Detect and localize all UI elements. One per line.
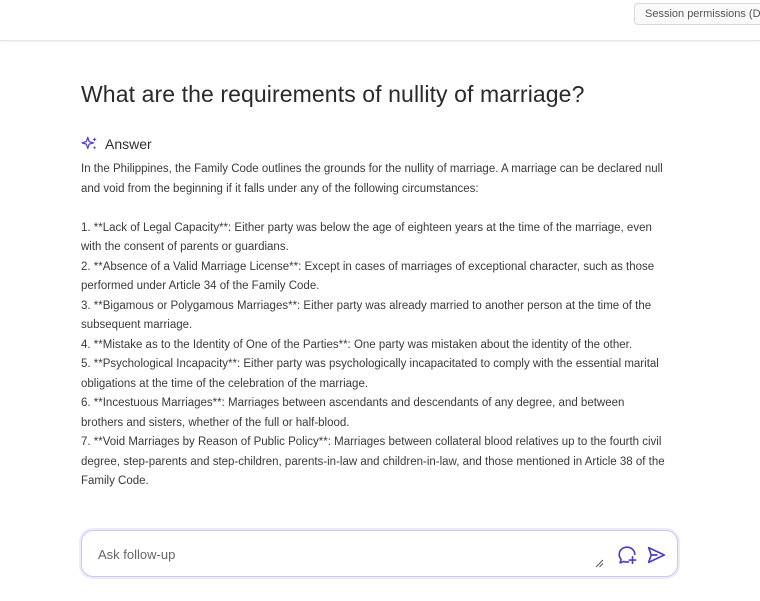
followup-box	[81, 530, 678, 577]
list-item: 1. **Lack of Legal Capacity**: Either pa…	[81, 221, 652, 254]
answer-header: Answer	[81, 135, 152, 153]
top-bar: Session permissions (D	[0, 0, 760, 41]
list-item: 6. **Incestuous Marriages**: Marriages b…	[81, 397, 625, 429]
followup-input[interactable]	[98, 543, 578, 565]
resize-handle-icon[interactable]	[594, 558, 604, 568]
answer-intro: In the Philippines, the Family Code outl…	[81, 163, 663, 195]
session-permissions-button[interactable]: Session permissions (D	[634, 3, 760, 25]
answer-label: Answer	[105, 136, 152, 152]
question-title: What are the requirements of nullity of …	[81, 81, 585, 107]
send-icon[interactable]	[645, 544, 667, 566]
list-item: 7. **Void Marriages by Reason of Public …	[81, 436, 665, 487]
list-item: 4. **Mistake as to the Identity of One o…	[81, 338, 633, 351]
sparkle-icon	[81, 136, 97, 150]
list-item: 2. **Absence of a Valid Marriage License…	[81, 260, 655, 293]
list-item: 5. **Psychological Incapacity**: Either …	[81, 358, 659, 390]
answer-body: In the Philippines, the Family Code outl…	[81, 160, 666, 492]
new-chat-icon[interactable]	[616, 544, 638, 566]
list-item: 3. **Bigamous or Polygamous Marriages**:…	[81, 299, 652, 332]
